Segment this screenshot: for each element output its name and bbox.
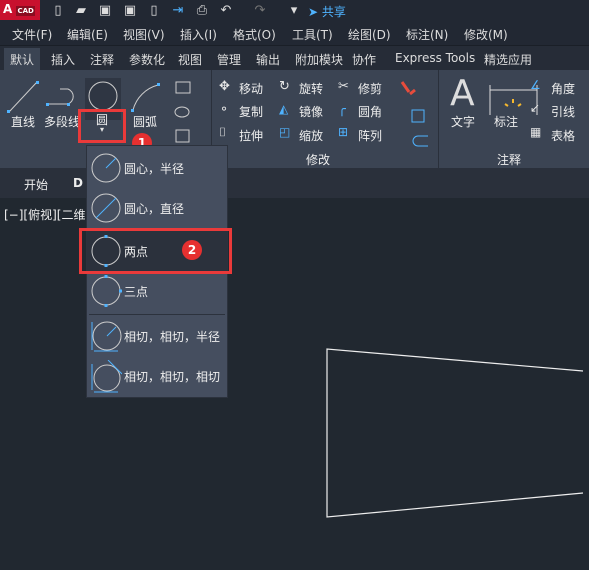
menu-item-tan-tan-tan[interactable]: 相切，相切，相切	[87, 356, 227, 396]
three-point-icon	[91, 275, 122, 307]
tan-tan-radius-icon	[91, 321, 122, 352]
menu-item-tan-tan-radius[interactable]: 相切，相切，半径	[87, 316, 227, 356]
highlight-box-2	[79, 228, 232, 274]
menu-item-three-point[interactable]: 三点	[87, 271, 227, 311]
center-diameter-icon	[91, 193, 121, 223]
menu-item-center-diameter[interactable]: 圆心，直径	[87, 188, 227, 228]
center-radius-icon	[91, 153, 121, 183]
tan-tan-tan-icon	[91, 360, 122, 393]
menu-item-center-radius[interactable]: 圆心，半径	[87, 148, 227, 188]
menu-divider	[89, 314, 225, 315]
callout-badge-2: 2	[182, 240, 202, 260]
